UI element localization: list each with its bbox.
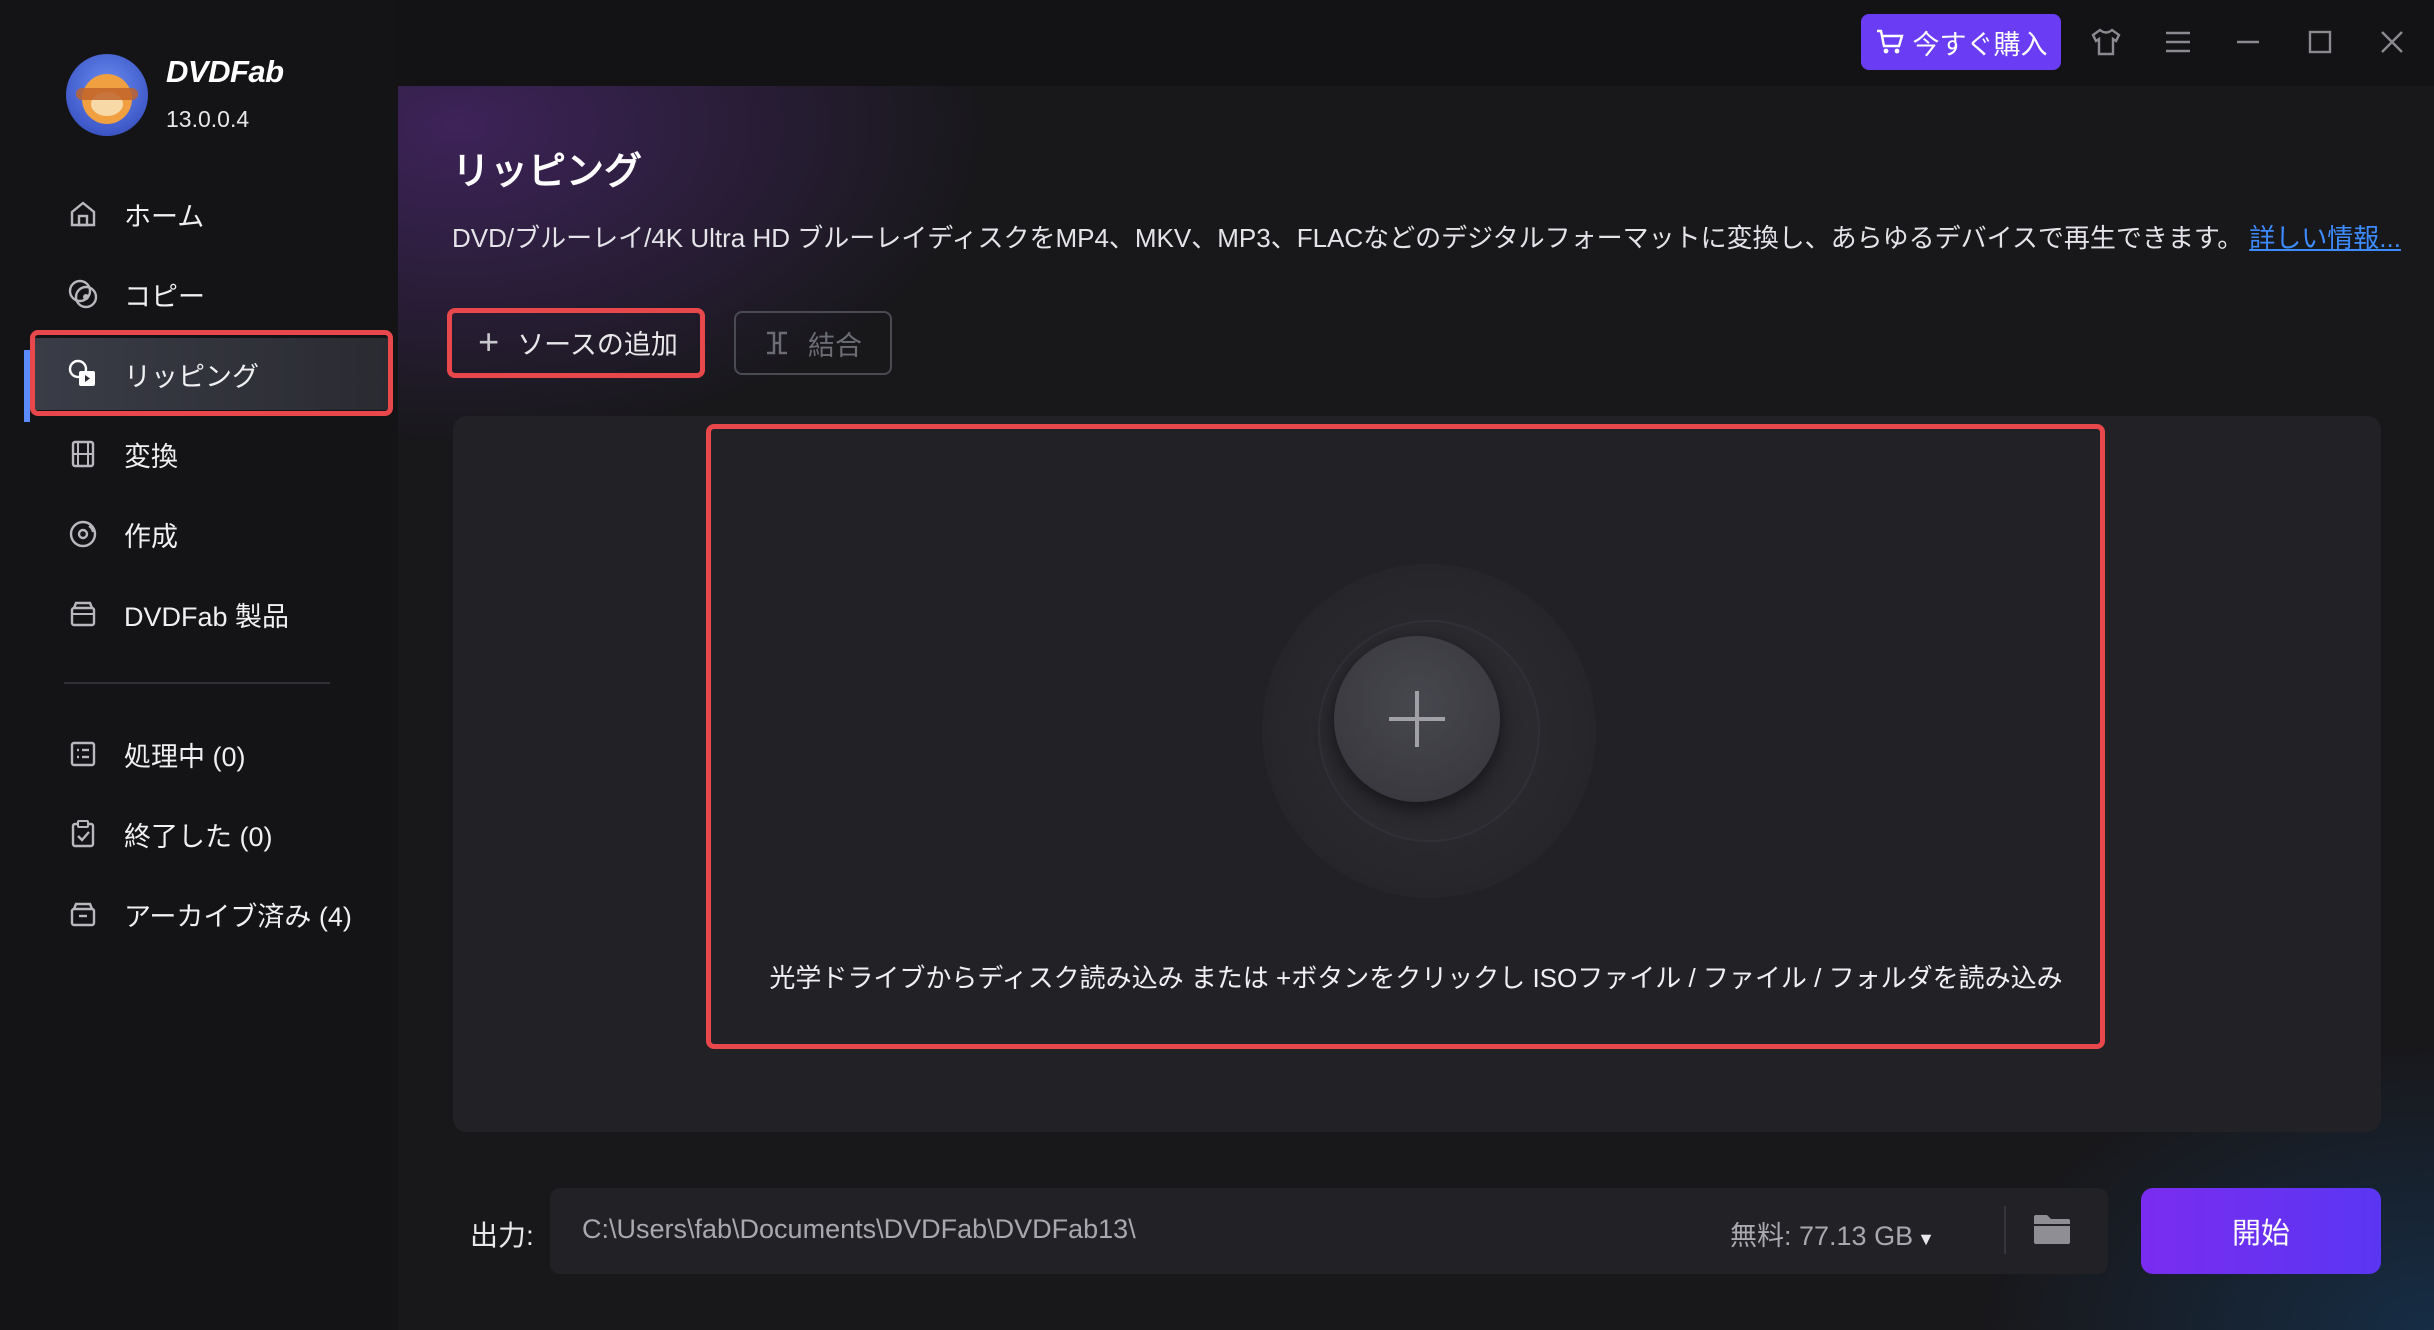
merge-icon bbox=[764, 329, 790, 357]
add-source-label: ソースの追加 bbox=[517, 329, 678, 360]
active-indicator bbox=[24, 350, 30, 422]
sidebar: DVDFab 13.0.0.4 ホーム コピー リッピング 変換 作成 DVDF… bbox=[0, 0, 398, 1330]
sidebar-item-copy[interactable]: コピー bbox=[32, 258, 388, 330]
sidebar-item-finished[interactable]: 終了した (0) bbox=[32, 798, 388, 870]
free-space-text: 無料: 77.13 GB bbox=[1730, 1221, 1914, 1251]
box-icon bbox=[66, 597, 100, 631]
ripper-icon bbox=[66, 357, 100, 391]
sidebar-item-label: 終了した (0) bbox=[124, 821, 273, 852]
merge-label: 結合 bbox=[808, 330, 862, 361]
plus-icon bbox=[1385, 687, 1449, 751]
sidebar-item-ripper[interactable]: リッピング bbox=[32, 338, 388, 410]
film-icon bbox=[66, 437, 100, 471]
dropdown-arrow-icon: ▼ bbox=[1917, 1229, 1935, 1249]
creator-disc-icon bbox=[66, 517, 100, 551]
clipboard-check-icon bbox=[66, 817, 100, 851]
archive-icon bbox=[66, 897, 100, 931]
maximize-button[interactable] bbox=[2298, 20, 2342, 64]
sidebar-item-label: アーカイブ済み (4) bbox=[124, 901, 352, 932]
close-icon bbox=[2378, 28, 2406, 56]
output-path[interactable]: C:\Users\fab\Documents\DVDFab\DVDFab13\ bbox=[582, 1214, 1136, 1245]
drop-hint-text: 光学ドライブからディスク読み込み または +ボタンをクリックし ISOファイル … bbox=[769, 963, 2063, 993]
description-text: DVD/ブルーレイ/4K Ultra HD ブルーレイディスクをMP4、MKV、… bbox=[452, 223, 2244, 253]
page-title: リッピング bbox=[452, 151, 643, 193]
menu-button[interactable] bbox=[2156, 20, 2200, 64]
tshirt-icon bbox=[2089, 27, 2123, 57]
output-separator bbox=[2004, 1206, 2006, 1254]
add-source-button[interactable]: + ソースの追加 bbox=[454, 312, 702, 372]
hamburger-icon bbox=[2163, 29, 2193, 55]
home-icon bbox=[66, 197, 100, 231]
sidebar-item-label: ホーム bbox=[124, 201, 205, 232]
sidebar-item-label: DVDFab 製品 bbox=[124, 601, 290, 632]
free-space-dropdown[interactable]: 無料: 77.13 GB ▼ bbox=[1730, 1214, 1935, 1253]
copy-disc-icon bbox=[66, 277, 100, 311]
sidebar-item-creator[interactable]: 作成 bbox=[32, 498, 388, 570]
cart-icon bbox=[1875, 28, 1913, 56]
title-bar bbox=[398, 0, 2434, 86]
merge-button[interactable]: 結合 bbox=[734, 311, 892, 375]
app-brand: DVDFab bbox=[166, 54, 284, 89]
minimize-icon bbox=[2234, 28, 2262, 56]
maximize-icon bbox=[2306, 28, 2334, 56]
add-file-plus-button[interactable] bbox=[1334, 636, 1500, 802]
sidebar-item-archived[interactable]: アーカイブ済み (4) bbox=[32, 878, 388, 950]
output-label: 出力: bbox=[470, 1220, 534, 1251]
app-version: 13.0.0.4 bbox=[166, 106, 250, 132]
sidebar-item-home[interactable]: ホーム bbox=[32, 178, 388, 250]
task-list-icon bbox=[66, 737, 100, 771]
buy-now-label: 今すぐ購入 bbox=[1912, 29, 2048, 60]
buy-now-button[interactable]: 今すぐ購入 bbox=[1861, 14, 2061, 70]
minimize-button[interactable] bbox=[2226, 20, 2270, 64]
more-info-link[interactable]: 詳しい情報... bbox=[2249, 223, 2401, 253]
sidebar-item-products[interactable]: DVDFab 製品 bbox=[32, 578, 388, 650]
sidebar-item-processing[interactable]: 処理中 (0) bbox=[32, 718, 388, 790]
sidebar-item-convert[interactable]: 変換 bbox=[32, 418, 388, 490]
browse-folder-button[interactable] bbox=[2032, 1212, 2076, 1252]
sidebar-item-label: リッピング bbox=[124, 361, 259, 392]
sidebar-divider bbox=[64, 682, 330, 684]
sidebar-item-label: 作成 bbox=[124, 521, 178, 552]
sidebar-item-label: コピー bbox=[124, 281, 205, 312]
page-description: DVD/ブルーレイ/4K Ultra HD ブルーレイディスクをMP4、MKV、… bbox=[452, 218, 2401, 255]
dvdfab-logo bbox=[66, 54, 148, 136]
folder-icon bbox=[2032, 1212, 2076, 1246]
sidebar-item-label: 変換 bbox=[124, 441, 178, 472]
close-button[interactable] bbox=[2370, 20, 2414, 64]
sidebar-item-label: 処理中 (0) bbox=[124, 741, 246, 772]
plus-icon: + bbox=[478, 321, 500, 362]
start-button[interactable]: 開始 bbox=[2141, 1188, 2381, 1274]
skin-button[interactable] bbox=[2084, 20, 2128, 64]
